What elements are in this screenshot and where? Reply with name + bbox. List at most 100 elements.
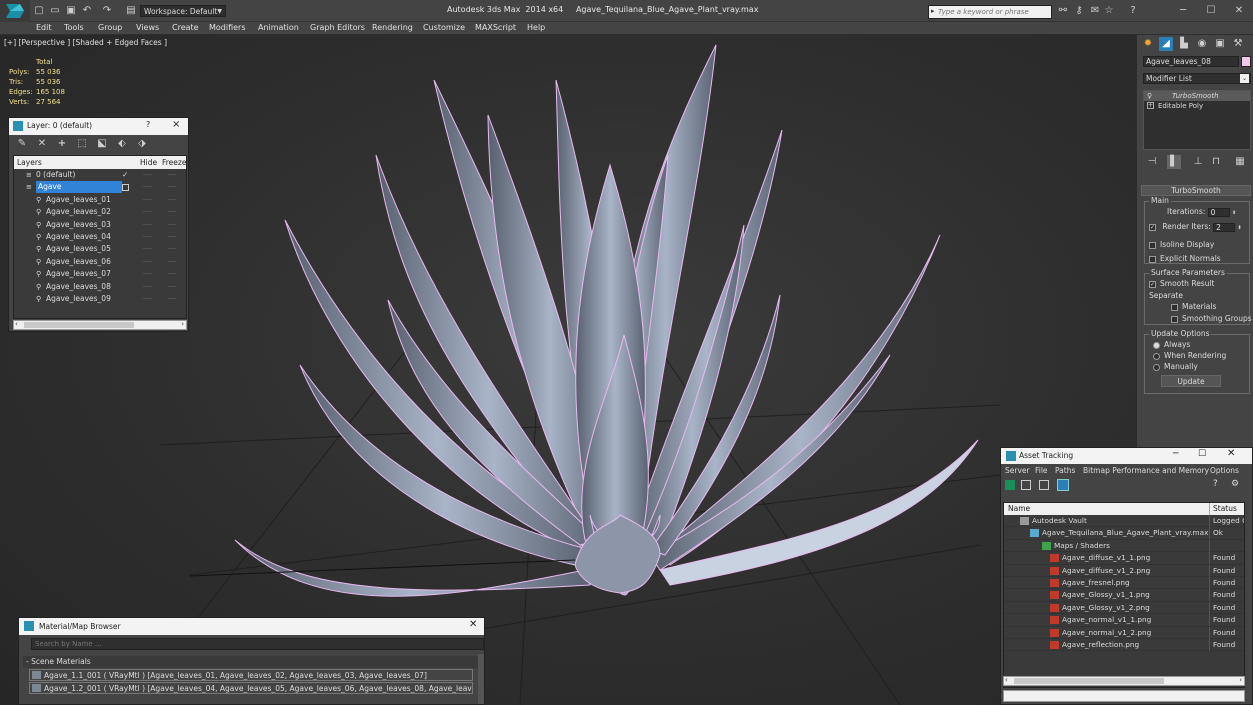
display-tab-icon[interactable]: ▣ [1213,37,1227,51]
scene-materials-group[interactable]: - Scene Materials [23,656,481,668]
pin-stack-icon[interactable]: ⊣ [1145,155,1159,169]
freeze-toggle[interactable]: ---- [168,169,177,181]
manually-radio[interactable] [1153,363,1160,371]
material-item[interactable]: Agave_1.2_001 ( VRayMtl ) [Agave_leaves_… [29,682,473,694]
col-freeze[interactable]: Freeze [162,156,186,169]
hide-toggle[interactable]: ---- [143,256,152,268]
layer-row[interactable]: ⚲ Agave_leaves_07 ---- ---- [14,268,186,280]
material-search-input[interactable] [32,639,483,649]
asset-menu-paths[interactable]: Paths [1055,464,1075,478]
hide-all-icon[interactable]: ⬖ [115,137,129,151]
hide-toggle[interactable]: ---- [143,219,152,231]
freeze-toggle[interactable]: ---- [168,194,177,206]
scroll-left-icon[interactable]: ‹ [15,320,18,328]
project-folder-icon[interactable]: ▤ [124,4,138,18]
freeze-toggle[interactable]: ---- [168,206,177,218]
hide-toggle[interactable]: ---- [143,281,152,293]
asset-titlebar[interactable]: Asset Tracking ─ ☐ ✕ [1001,448,1252,464]
smooth-result-row[interactable]: ✓ Smooth Result [1149,278,1215,290]
binoculars-icon[interactable]: ⚯ [1056,4,1070,18]
utilities-tab-icon[interactable]: ⚒ [1231,37,1245,51]
menu-maxscript[interactable]: MAXScript [475,22,516,35]
highlight-layer-icon[interactable]: ⬕ [95,137,109,151]
smoothing-groups-checkbox[interactable] [1171,315,1178,323]
object-color-swatch[interactable] [1241,56,1251,67]
manually-row[interactable]: Manually [1153,361,1198,373]
asset-menu-file[interactable]: File [1035,464,1048,478]
list-view-icon[interactable] [1021,480,1031,490]
stack-item-editable-poly[interactable]: + Editable Poly [1144,101,1250,111]
asset-row[interactable]: Agave_diffuse_v1_1.png Found [1004,552,1244,565]
asset-row[interactable]: Agave_normal_v1_1.png Found [1004,614,1244,627]
save-icon[interactable]: ▣ [64,4,78,18]
material-titlebar[interactable]: Material/Map Browser ✕ [19,618,484,635]
asset-row[interactable]: Agave_Glossy_v1_1.png Found [1004,589,1244,602]
modifier-list-dropdown[interactable]: Modifier List ⌄ [1143,73,1251,84]
rollout-header[interactable]: TurboSmooth [1141,185,1251,196]
layer-row[interactable]: ⚲ Agave_leaves_01 ---- ---- [14,194,186,206]
asset-menu-server[interactable]: Server [1005,464,1030,478]
layer-hscrollbar[interactable]: ‹ › [13,320,187,330]
communication-icon[interactable]: ✉ [1088,4,1102,18]
iterations-spinner[interactable]: 0 [1207,207,1230,217]
search-field[interactable]: ▸ [928,5,1052,19]
layer-row[interactable]: ≡ Agave ---- ---- [14,181,186,194]
materials-row[interactable]: Materials [1171,301,1216,313]
asset-row[interactable]: Agave_fresnel.png Found [1004,576,1244,590]
freeze-toggle[interactable]: ---- [168,281,177,293]
spinner-arrows-icon[interactable]: ⬍ [1238,225,1242,231]
menu-group[interactable]: Group [98,22,122,35]
scroll-right-icon[interactable]: › [1239,676,1242,684]
open-file-icon[interactable]: ▭ [48,4,62,18]
render-iters-spinner[interactable]: 2 [1213,222,1236,232]
freeze-toggle[interactable]: ---- [168,219,177,231]
show-end-result-icon[interactable]: ▌ [1167,155,1181,169]
close-icon[interactable]: ✕ [469,619,477,630]
spinner-arrows-icon[interactable]: ⬍ [1232,210,1236,216]
freeze-toggle[interactable]: ---- [168,181,177,193]
menu-animation[interactable]: Animation [258,22,299,35]
scroll-thumb[interactable] [1014,678,1164,684]
create-tab-icon[interactable]: ✹ [1141,37,1155,51]
add-to-layer-icon[interactable]: + [55,137,69,151]
asset-row[interactable]: Agave_normal_v1_2.png Found [1004,626,1244,639]
maximize-icon[interactable]: ☐ [1198,449,1206,459]
options-icon[interactable]: ⚙ [1231,479,1239,489]
explicit-normals-checkbox[interactable] [1149,255,1156,263]
asset-row[interactable]: Agave_diffuse_v1_2.png Found [1004,564,1244,577]
modify-tab-icon[interactable]: ◢ [1159,37,1173,51]
smoothing-groups-row[interactable]: Smoothing Groups [1171,313,1252,325]
star-icon[interactable]: ☆ [1102,4,1116,18]
layer-row[interactable]: ⚲ Agave_leaves_02 ---- ---- [14,206,186,218]
hide-toggle[interactable]: ---- [143,194,152,206]
configure-sets-icon[interactable]: ▦ [1233,155,1247,169]
keyword-search-input[interactable] [938,7,1050,17]
lightbulb-icon[interactable]: ♀ [1147,91,1152,101]
make-unique-icon[interactable]: ⊥ [1191,155,1205,169]
asset-row[interactable]: Maps / Shaders [1004,539,1244,553]
menu-create[interactable]: Create [172,22,199,35]
key-icon[interactable]: ⚷ [1072,4,1086,18]
menu-edit[interactable]: Edit [36,22,52,35]
menu-modifiers[interactable]: Modifiers [209,22,246,35]
detail-view-icon[interactable] [1039,480,1049,490]
menu-help[interactable]: Help [527,22,545,35]
create-layer-icon[interactable]: ✎ [15,137,29,151]
freeze-toggle[interactable]: ---- [168,243,177,255]
undo-icon[interactable]: ↶ [80,4,94,18]
freeze-toggle[interactable]: ---- [168,268,177,280]
refresh-icon[interactable] [1005,480,1015,490]
layer-row[interactable]: ≡ 0 (default) ✓ ---- ---- [14,169,186,181]
table-view-icon[interactable] [1057,479,1069,491]
smooth-result-checkbox[interactable]: ✓ [1149,280,1156,288]
menu-customize[interactable]: Customize [423,22,465,35]
delete-layer-icon[interactable]: ✕ [35,137,49,151]
render-iters-checkbox[interactable]: ✓ [1149,223,1156,231]
freeze-toggle[interactable]: ---- [168,293,177,305]
close-icon[interactable]: ✕ [1227,448,1235,459]
menu-tools[interactable]: Tools [64,22,84,35]
close-icon[interactable]: ✕ [1232,4,1246,18]
layer-row[interactable]: ⚲ Agave_leaves_05 ---- ---- [14,243,186,255]
isoline-checkbox[interactable] [1149,241,1156,249]
materials-checkbox[interactable] [1171,303,1178,311]
